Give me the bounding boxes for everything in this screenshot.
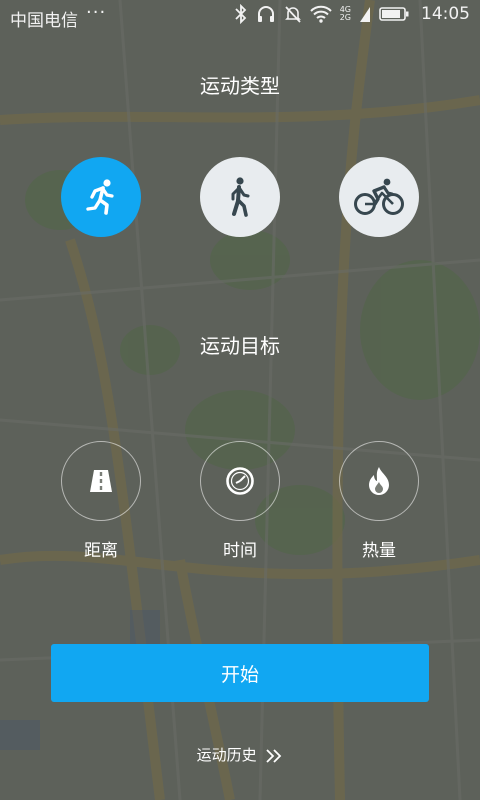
signal-icon	[360, 7, 370, 22]
running-icon	[86, 179, 114, 215]
goal-time-button[interactable]	[200, 441, 280, 521]
goal-distance-button[interactable]	[61, 441, 141, 521]
sport-type-cycling-button[interactable]	[339, 157, 419, 237]
walking-icon	[231, 177, 250, 217]
clock-icon	[226, 467, 254, 495]
sport-history-label: 运动历史	[196, 746, 257, 764]
status-bar: 中国电信 ··· 4G 2G 14:05	[0, 0, 480, 34]
status-icons: 4G 2G 14:05	[234, 4, 470, 24]
start-button[interactable]: 开始	[51, 644, 429, 702]
clock-time: 14:05	[421, 4, 470, 24]
sport-goal-title: 运动目标	[200, 334, 280, 358]
goal-calories-button[interactable]	[339, 441, 419, 521]
road-icon	[90, 470, 112, 492]
wifi-icon	[309, 5, 332, 23]
network-indicator: 4G 2G	[340, 6, 351, 22]
goal-calories-label: 热量	[362, 541, 396, 561]
bluetooth-icon	[235, 4, 246, 24]
carrier-name: 中国电信	[10, 11, 78, 31]
sport-type-running-button[interactable]	[61, 157, 141, 237]
sport-history-link[interactable]: 运动历史	[0, 744, 480, 765]
more-indicator: ···	[86, 2, 107, 23]
sport-type-walking-button[interactable]	[200, 157, 280, 237]
app-screen: 中国电信 ··· 4G 2G 14:05 运动类型 运动目标 距离 时间 热量 …	[0, 0, 480, 800]
battery-icon	[379, 7, 409, 21]
flame-icon	[369, 467, 389, 495]
sport-type-title: 运动类型	[200, 74, 280, 98]
cycling-icon	[354, 178, 404, 215]
goal-distance-label: 距离	[84, 541, 118, 561]
headphones-icon	[257, 6, 274, 22]
double-chevron-right-icon	[266, 748, 282, 763]
goal-time-label: 时间	[223, 541, 257, 561]
network-bottom: 2G	[339, 13, 351, 22]
mute-icon	[284, 6, 301, 23]
